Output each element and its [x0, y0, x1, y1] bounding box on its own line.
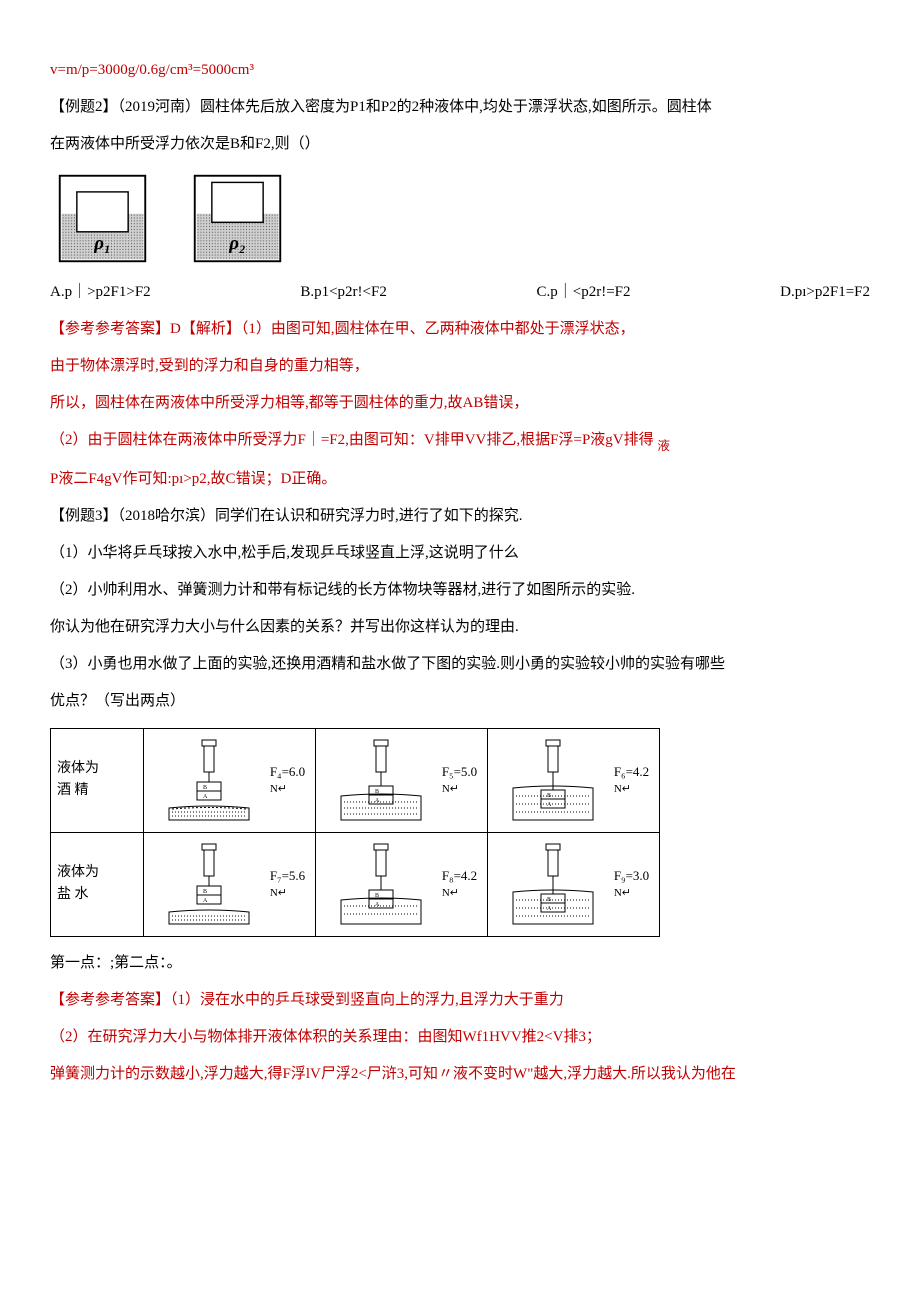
- svg-text:A: A: [547, 802, 552, 808]
- example3-title: 【例题3】（2018哈尔滨）同学们在认识和研究浮力时,进行了如下的探究.: [50, 500, 870, 533]
- beaker-rho2: ρ₂: [185, 171, 290, 266]
- answer3-line1: 【参考参考答案】（1）浸在水中的乒乓球受到竖直向上的浮力,且浮力大于重力: [50, 984, 870, 1017]
- svg-text:A: A: [547, 906, 552, 912]
- svg-text:A: A: [375, 798, 380, 804]
- example3-q2a: （2）小帅利用水、弹簧测力计和带有标记线的长方体物块等器材,进行了如图所示的实验…: [50, 574, 870, 607]
- svg-text:A: A: [375, 902, 380, 908]
- table-row: 液体为 酒 精 B A F₄=6.0N↵: [51, 728, 660, 832]
- experiment-table: 液体为 酒 精 B A F₄=6.0N↵: [50, 728, 660, 937]
- answer3-line3: 弹簧测力计的示数越小,浮力越大,得F浮lV尸浮2<尸浒3,可知〃液不变时W"越大…: [50, 1058, 870, 1091]
- example3-q2b: 你认为他在研究浮力大小与什么因素的关系？并写出你这样认为的理由.: [50, 611, 870, 644]
- apparatus-icon: B A: [498, 738, 608, 823]
- option-b: B.p1<p2r!<F2: [300, 276, 387, 309]
- rho2-label: ρ₂: [228, 233, 245, 254]
- cell-f7: B A F₇=5.6N↵: [144, 832, 316, 936]
- answer2-line5: P液二F4gV作可知:pı>p2,故C错误；D正确。: [50, 463, 870, 496]
- cell-f6: B A F₆=4.2N↵: [488, 728, 660, 832]
- apparatus-icon: B A: [498, 842, 608, 927]
- row1-label-a: 液体为: [57, 761, 99, 776]
- answer3-line2: （2）在研究浮力大小与物体排开液体体积的关系理由：由图知Wf1HVV推2<V排3…: [50, 1021, 870, 1054]
- cell-f8: B A F₈=4.2N↵: [316, 832, 488, 936]
- option-c: C.p｜<p2r!=F2: [536, 276, 630, 309]
- cell-f5: B A F₅=5.0N↵: [316, 728, 488, 832]
- example3-q1: （1）小华将乒乓球按入水中,松手后,发现乒乓球竖直上浮,这说明了什么: [50, 537, 870, 570]
- table-row: 液体为 盐 水 B A F₇=5.6N↵: [51, 832, 660, 936]
- row2-label-a: 液体为: [57, 865, 99, 880]
- beaker-figure: ρ₁ ρ₂: [50, 171, 870, 266]
- apparatus-icon: B A: [326, 842, 436, 927]
- example3-q3b: 优点？（写出两点）: [50, 685, 870, 718]
- reading-f7: F₇=5.6N↵: [270, 868, 305, 900]
- cell-f9: B A F₉=3.0N↵: [488, 832, 660, 936]
- svg-text:B: B: [203, 889, 207, 895]
- svg-text:A: A: [203, 898, 208, 904]
- row2-label-b: 盐 水: [57, 887, 89, 902]
- formula-line: v=m/p=3000g/0.6g/cm³=5000cm³: [50, 54, 870, 87]
- answer2-line2: 由于物体漂浮时,受到的浮力和自身的重力相等，: [50, 350, 870, 383]
- options-row: A.p｜>p2F1>F2 B.p1<p2r!<F2 C.p｜<p2r!=F2 D…: [50, 276, 870, 309]
- option-a: A.p｜>p2F1>F2: [50, 276, 151, 309]
- beaker-rho1: ρ₁: [50, 171, 155, 266]
- points-line: 第一点：;第二点：。: [50, 947, 870, 980]
- svg-text:B: B: [203, 785, 207, 791]
- example2-title-line2: 在两液体中所受浮力依次是B和F2,则（）: [50, 128, 870, 161]
- example2-title-line1: 【例题2】（2019河南）圆柱体先后放入密度为P1和P2的2种液体中,均处于漂浮…: [50, 91, 870, 124]
- answer2-line3: 所以，圆柱体在两液体中所受浮力相等,都等于圆柱体的重力,故AB错误，: [50, 387, 870, 420]
- apparatus-icon: B A: [154, 842, 264, 927]
- row1-label-cell: 液体为 酒 精: [51, 728, 144, 832]
- option-d: D.pı>p2F1=F2: [780, 276, 870, 309]
- answer2-line4: （2）由于圆柱体在两液体中所受浮力F｜=F2,由图可知：V排甲VV排乙,根据F浮…: [50, 424, 870, 459]
- reading-f6: F₆=4.2N↵: [614, 764, 649, 796]
- reading-f9: F₉=3.0N↵: [614, 868, 649, 900]
- example3-q3a: （3）小勇也用水做了上面的实验,还换用酒精和盐水做了下图的实验.则小勇的实验较小…: [50, 648, 870, 681]
- answer2-line1: 【参考参考答案】D【解析】（1）由图可知,圆柱体在甲、乙两种液体中都处于漂浮状态…: [50, 313, 870, 346]
- reading-f8: F₈=4.2N↵: [442, 868, 477, 900]
- reading-f5: F₅=5.0N↵: [442, 764, 477, 796]
- cell-f4: B A F₄=6.0N↵: [144, 728, 316, 832]
- apparatus-icon: B A: [154, 738, 264, 823]
- row2-label-cell: 液体为 盐 水: [51, 832, 144, 936]
- reading-f4: F₄=6.0N↵: [270, 764, 305, 796]
- row1-label-b: 酒 精: [57, 783, 89, 798]
- apparatus-icon: B A: [326, 738, 436, 823]
- svg-text:A: A: [203, 794, 208, 800]
- rho1-label: ρ₁: [93, 233, 110, 254]
